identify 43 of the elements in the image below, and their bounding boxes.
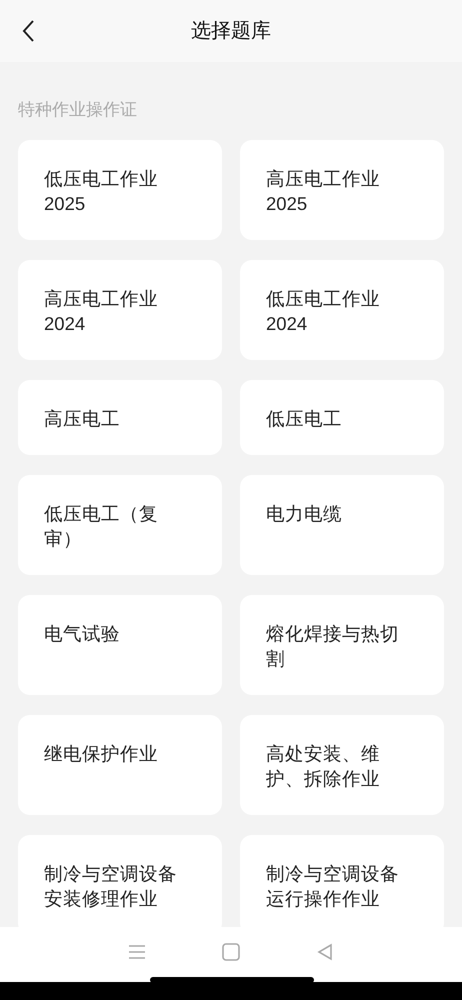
question-bank-card[interactable]: 低压电工作业 2024 bbox=[240, 260, 444, 360]
card-title-line: 割 bbox=[266, 647, 286, 671]
question-bank-card[interactable]: 制冷与空调设备 安装修理作业 bbox=[18, 835, 222, 927]
card-title-line: 2025 bbox=[44, 192, 86, 216]
card-title-line: 熔化焊接与热切 bbox=[266, 622, 399, 646]
card-title-line: 护、拆除作业 bbox=[266, 767, 380, 791]
question-bank-card[interactable]: 低压电工（复 审） bbox=[18, 475, 222, 575]
back-icon[interactable] bbox=[316, 943, 334, 961]
card-title-line: 运行操作作业 bbox=[266, 887, 381, 911]
card-title-line: 2024 bbox=[266, 312, 308, 336]
page-title: 选择题库 bbox=[191, 19, 271, 44]
question-bank-card[interactable]: 制冷与空调设备 运行操作作业 bbox=[240, 835, 444, 927]
question-bank-card[interactable]: 低压电工作业 2025 bbox=[18, 140, 222, 240]
question-bank-card[interactable]: 电力电缆 bbox=[240, 475, 444, 575]
question-bank-card[interactable]: 电气试验 bbox=[18, 595, 222, 695]
question-bank-card[interactable]: 高压电工作业 2025 bbox=[240, 140, 444, 240]
back-icon bbox=[21, 19, 35, 43]
card-title-line: 高压电工作业 bbox=[266, 167, 380, 191]
card-title-line: 高压电工作业 bbox=[44, 287, 158, 311]
card-title-line: 电气试验 bbox=[44, 622, 120, 646]
card-title-line: 2024 bbox=[44, 312, 86, 336]
question-bank-card[interactable]: 继电保护作业 bbox=[18, 715, 222, 815]
question-bank-card[interactable]: 熔化焊接与热切 割 bbox=[240, 595, 444, 695]
card-title-line: 低压电工（复 bbox=[44, 502, 158, 526]
card-title-line: 安装修理作业 bbox=[44, 887, 159, 911]
menu-icon[interactable] bbox=[128, 943, 146, 961]
home-icon[interactable] bbox=[222, 943, 240, 961]
question-bank-card[interactable]: 高压电工 bbox=[18, 380, 222, 455]
question-bank-card[interactable]: 低压电工 bbox=[240, 380, 444, 455]
card-title-line: 低压电工作业 bbox=[44, 167, 158, 191]
card-title-line: 电力电缆 bbox=[266, 502, 342, 526]
card-title-line: 制冷与空调设备 bbox=[44, 862, 177, 886]
card-title-line: 低压电工 bbox=[266, 407, 342, 431]
card-title-line: 制冷与空调设备 bbox=[266, 862, 399, 886]
card-title-line: 2025 bbox=[266, 192, 308, 216]
section-label: 特种作业操作证 bbox=[18, 99, 138, 121]
card-title-line: 高压电工 bbox=[44, 407, 120, 431]
card-title-line: 高处安装、维 bbox=[266, 742, 380, 766]
question-bank-card[interactable]: 高处安装、维 护、拆除作业 bbox=[240, 715, 444, 815]
card-title-line: 继电保护作业 bbox=[44, 742, 158, 766]
question-bank-card[interactable]: 高压电工作业 2024 bbox=[18, 260, 222, 360]
card-title-line: 审） bbox=[44, 527, 83, 551]
card-title-line: 低压电工作业 bbox=[266, 287, 380, 311]
